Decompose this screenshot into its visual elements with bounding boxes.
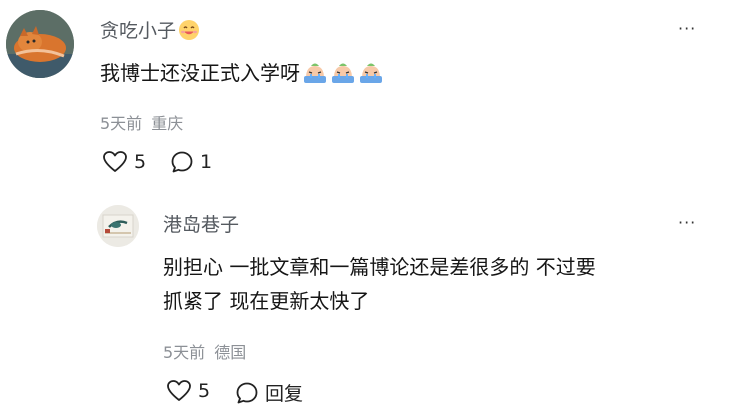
reply-text-line: 别担心 一批文章和一篇博论还是差很多的 不过要 xyxy=(163,255,596,279)
comment-meta: 5天前 重庆 xyxy=(100,110,183,134)
bird-painting-avatar-image xyxy=(97,205,139,247)
more-options-icon[interactable]: ··· xyxy=(678,19,696,38)
like-count: 5 xyxy=(198,380,211,402)
more-options-icon[interactable]: ··· xyxy=(678,213,696,232)
orange-cat-avatar-image xyxy=(6,10,74,78)
comment-content: 我博士还没正式入学呀 xyxy=(100,56,384,90)
comment-text: 我博士还没正式入学呀 xyxy=(100,61,300,85)
like-button[interactable]: 5 xyxy=(166,379,210,403)
like-count: 5 xyxy=(134,151,147,173)
username[interactable]: 贪吃小子 xyxy=(100,16,176,43)
heart-icon xyxy=(167,380,191,401)
reply-count-button[interactable]: 1 xyxy=(170,150,212,174)
reply-count: 1 xyxy=(200,151,213,173)
crying-face-emoji-icon xyxy=(360,63,382,83)
comment-time: 5天前 xyxy=(100,114,143,133)
smile-emoji-icon xyxy=(179,19,200,40)
heart-icon xyxy=(103,151,127,172)
avatar[interactable] xyxy=(6,10,74,78)
reply-content: 别担心 一批文章和一篇博论还是差很多的 不过要 抓紧了 现在更新太快了 xyxy=(163,250,596,318)
reply-label: 回复 xyxy=(265,383,304,405)
like-button[interactable]: 5 xyxy=(102,150,146,174)
comment-location: 重庆 xyxy=(151,114,184,133)
crying-face-emoji-icon xyxy=(332,63,354,83)
reply-time: 5天前 xyxy=(163,343,206,362)
reply-username[interactable]: 港岛巷子 xyxy=(163,210,239,237)
comment-bubble-icon xyxy=(236,382,258,403)
comment-header: 贪吃小子 xyxy=(100,16,200,43)
reply-button[interactable]: 回复 xyxy=(235,379,303,406)
reply-meta: 5天前 德国 xyxy=(163,339,246,363)
comment-bubble-icon xyxy=(171,151,193,173)
reply-location: 德国 xyxy=(214,343,247,362)
avatar[interactable] xyxy=(97,205,139,247)
crying-face-emoji-icon xyxy=(304,63,326,83)
reply-text-line: 抓紧了 现在更新太快了 xyxy=(163,289,370,313)
